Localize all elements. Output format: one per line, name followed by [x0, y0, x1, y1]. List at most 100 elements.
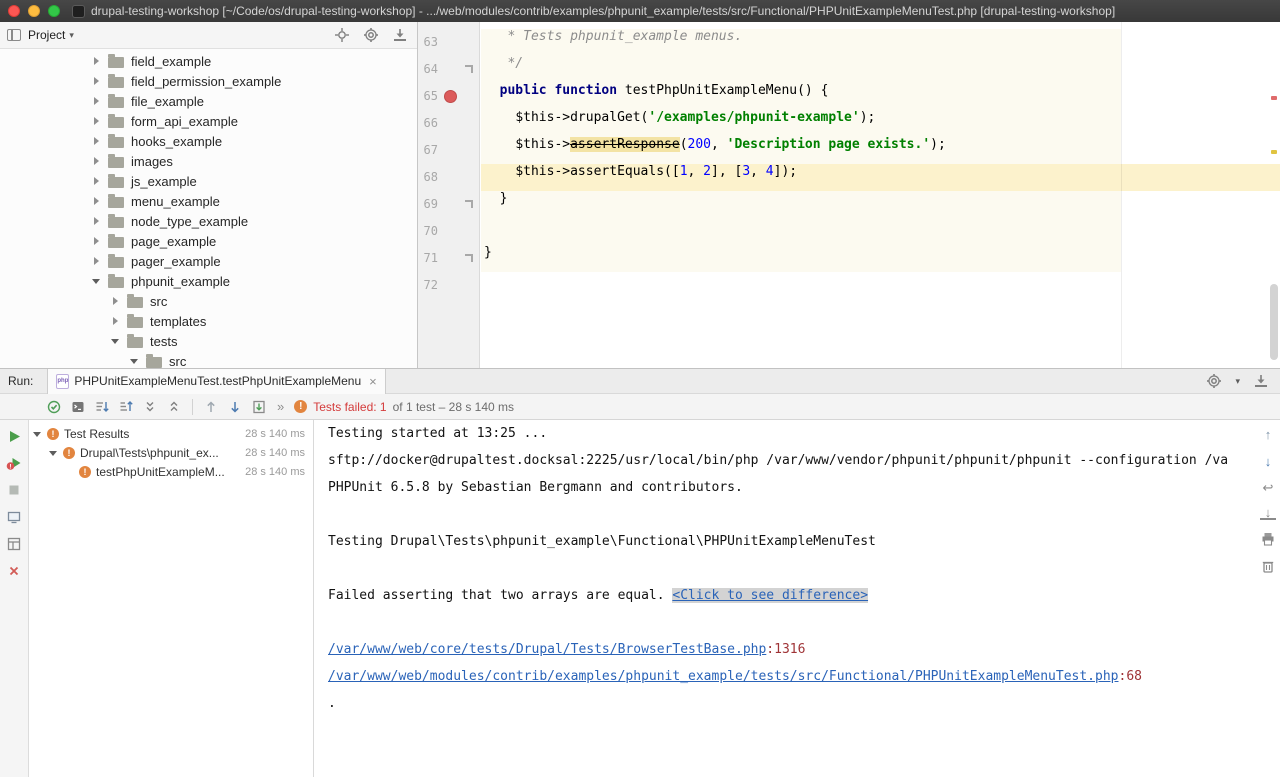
fold-marker-icon[interactable]: [465, 65, 473, 73]
gutter-line[interactable]: 65: [418, 83, 479, 110]
scrollbar-thumb[interactable]: [1270, 284, 1278, 360]
project-tree-item[interactable]: hooks_example: [0, 131, 417, 151]
chevron-down-icon[interactable]: [130, 356, 140, 366]
project-tool-window-header[interactable]: Project ▾: [0, 22, 417, 49]
test-tree-item[interactable]: !Drupal\Tests\phpunit_ex...28 s 140 ms: [29, 443, 313, 462]
chevron-right-icon[interactable]: [111, 316, 121, 326]
close-run-panel-icon[interactable]: [6, 563, 22, 579]
project-tree-item[interactable]: form_api_example: [0, 111, 417, 131]
gutter-line[interactable]: 68: [418, 164, 479, 191]
chevron-right-icon[interactable]: [92, 156, 102, 166]
scroll-from-source-icon[interactable]: [333, 26, 351, 44]
rerun-icon[interactable]: [6, 428, 22, 444]
chevron-right-icon[interactable]: [92, 196, 102, 206]
error-stripe-mark[interactable]: [1271, 96, 1277, 100]
fold-marker-icon[interactable]: [465, 200, 473, 208]
line-number[interactable]: 63: [418, 29, 438, 56]
project-tree-item[interactable]: images: [0, 151, 417, 171]
code-line[interactable]: [481, 218, 1280, 245]
chevron-down-icon[interactable]: [33, 429, 43, 439]
gutter-line[interactable]: 71: [418, 245, 479, 272]
gutter-line[interactable]: 69: [418, 191, 479, 218]
previous-failed-test-icon[interactable]: [199, 396, 223, 418]
down-stack-trace-icon[interactable]: ↓: [1260, 453, 1276, 469]
chevron-right-icon[interactable]: [92, 176, 102, 186]
test-tree-item[interactable]: !Test Results28 s 140 ms: [29, 424, 313, 443]
close-tab-icon[interactable]: ×: [369, 375, 377, 388]
gutter-line[interactable]: 64: [418, 56, 479, 83]
project-tree-item[interactable]: templates: [0, 311, 417, 331]
code-line[interactable]: */: [481, 56, 1280, 83]
close-window-button[interactable]: [8, 5, 20, 17]
gutter-line[interactable]: 66: [418, 110, 479, 137]
line-number[interactable]: 66: [418, 110, 438, 137]
project-tree-item[interactable]: field_example: [0, 51, 417, 71]
line-number[interactable]: 67: [418, 137, 438, 164]
run-settings-gear-icon[interactable]: [1205, 372, 1223, 390]
editor-scrollbar[interactable]: [1268, 22, 1280, 368]
project-tree-item[interactable]: file_example: [0, 91, 417, 111]
project-tree-item[interactable]: menu_example: [0, 191, 417, 211]
console-file-link[interactable]: /var/www/web/modules/contrib/examples/ph…: [328, 669, 1119, 684]
print-icon[interactable]: [1260, 531, 1276, 547]
code-line[interactable]: $this->drupalGet('/examples/phpunit-exam…: [481, 110, 1280, 137]
test-history-icon[interactable]: [247, 396, 271, 418]
project-tree-item[interactable]: field_permission_example: [0, 71, 417, 91]
stop-icon[interactable]: [6, 482, 22, 498]
chevron-down-icon[interactable]: ▾: [1235, 376, 1240, 387]
code-line[interactable]: }: [481, 245, 1280, 272]
chevron-right-icon[interactable]: [92, 96, 102, 106]
test-tree-item[interactable]: !testPhpUnitExampleM...28 s 140 ms: [29, 462, 313, 481]
soft-wrap-icon[interactable]: ↩: [1260, 480, 1276, 496]
line-number[interactable]: 71: [418, 245, 438, 272]
clear-all-icon[interactable]: [1260, 558, 1276, 574]
code-line[interactable]: * Tests phpunit_example menus.: [481, 29, 1280, 56]
gutter-line[interactable]: 63: [418, 29, 479, 56]
code-line[interactable]: $this->assertResponse(200, 'Description …: [481, 137, 1280, 164]
chevron-down-icon[interactable]: [49, 448, 59, 458]
project-tree-item[interactable]: js_example: [0, 171, 417, 191]
rerun-failed-tests-icon[interactable]: !: [6, 455, 22, 471]
show-console-output-icon[interactable]: [6, 509, 22, 525]
line-number[interactable]: 65: [418, 83, 438, 110]
toolbar-overflow-chevron[interactable]: »: [277, 399, 284, 414]
gear-icon[interactable]: [362, 26, 380, 44]
editor-gutter[interactable]: 63646566676869707172: [418, 22, 480, 368]
warning-stripe-mark[interactable]: [1271, 150, 1277, 154]
code-line[interactable]: public function testPhpUnitExampleMenu()…: [481, 83, 1280, 110]
chevron-right-icon[interactable]: [92, 56, 102, 66]
titlebar[interactable]: drupal-testing-workshop [~/Code/os/drupa…: [0, 0, 1280, 22]
code-line[interactable]: [481, 272, 1280, 299]
show-console-icon[interactable]: [66, 396, 90, 418]
next-failed-test-icon[interactable]: [223, 396, 247, 418]
chevron-right-icon[interactable]: [92, 116, 102, 126]
project-title[interactable]: Project: [28, 28, 65, 42]
editor-code[interactable]: * Tests phpunit_example menus. */ public…: [481, 22, 1280, 368]
code-line[interactable]: }: [481, 191, 1280, 218]
gutter-line[interactable]: 72: [418, 272, 479, 299]
chevron-right-icon[interactable]: [92, 216, 102, 226]
gutter-line[interactable]: 67: [418, 137, 479, 164]
show-passed-icon[interactable]: [42, 396, 66, 418]
project-tree-item[interactable]: tests: [0, 331, 417, 351]
chevron-right-icon[interactable]: [111, 296, 121, 306]
failed-test-gutter-icon[interactable]: [444, 90, 457, 103]
code-line[interactable]: $this->assertEquals([1, 2], [3, 4]);: [481, 164, 1280, 191]
test-console[interactable]: Testing started at 13:25 ...sftp://docke…: [315, 420, 1280, 777]
console-file-link[interactable]: /var/www/web/core/tests/Drupal/Tests/Bro…: [328, 642, 766, 657]
chevron-right-icon[interactable]: [92, 236, 102, 246]
project-tree-item[interactable]: pager_example: [0, 251, 417, 271]
hide-run-panel-icon[interactable]: [1252, 372, 1270, 390]
minimize-window-button[interactable]: [28, 5, 40, 17]
line-number[interactable]: 64: [418, 56, 438, 83]
up-stack-trace-icon[interactable]: ↑: [1260, 426, 1276, 442]
project-tree-item[interactable]: node_type_example: [0, 211, 417, 231]
project-tree-item[interactable]: src: [0, 291, 417, 311]
scroll-to-end-icon[interactable]: ↓: [1260, 507, 1276, 520]
chevron-right-icon[interactable]: [92, 256, 102, 266]
view-difference-link[interactable]: <Click to see difference>: [672, 588, 868, 603]
gutter-line[interactable]: 70: [418, 218, 479, 245]
run-tab[interactable]: php PHPUnitExampleMenuTest.testPhpUnitEx…: [47, 369, 385, 394]
fold-marker-icon[interactable]: [465, 254, 473, 262]
chevron-right-icon[interactable]: [92, 136, 102, 146]
